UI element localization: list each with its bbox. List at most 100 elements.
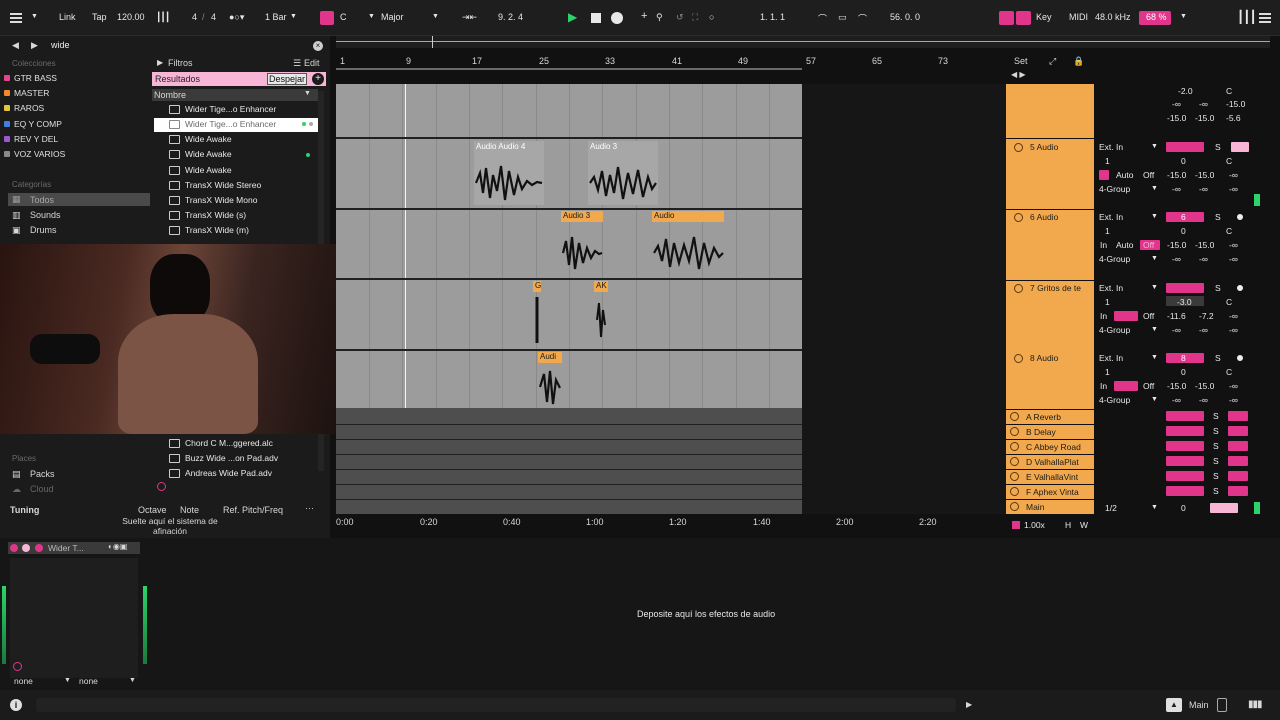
chevron-down-icon[interactable]: ▼ (290, 13, 297, 20)
dropdown-right[interactable]: none (79, 676, 98, 686)
arm-button[interactable] (1237, 355, 1243, 361)
fold-icon[interactable] (1010, 412, 1019, 421)
chevron-down-icon[interactable]: ▼ (368, 13, 375, 20)
loop-switch-icon[interactable]: ▭ (838, 12, 847, 23)
main-routing[interactable]: 1/2 (1105, 503, 1117, 513)
metronome-icon[interactable]: ┃┃┃ (156, 12, 170, 23)
device-options-icon[interactable]: ◐◉▣ (108, 542, 127, 551)
main-track[interactable]: Main (1006, 500, 1094, 514)
loop-record-icon[interactable]: ○ (709, 12, 714, 22)
forward-icon[interactable]: ▶ (31, 40, 38, 51)
return-track-e[interactable]: E ValhallaVint (1006, 470, 1094, 484)
edit-filters-button[interactable]: Edit (304, 58, 320, 68)
result-item[interactable]: Chord C M...ggered.alc (154, 437, 318, 451)
mixer-icon[interactable]: ▮▮▮ (1248, 699, 1262, 710)
clear-search-icon[interactable]: × (313, 41, 323, 51)
bar-ruler[interactable]: 1 9 17 25 33 41 49 57 65 73 (336, 52, 1280, 82)
preview-icon[interactable] (13, 662, 22, 671)
signature-denominator[interactable]: 4 (211, 12, 216, 22)
audio-clip[interactable]: Audio Audio 4 (474, 141, 544, 205)
filters-button[interactable]: Filtros (168, 58, 193, 68)
arm-button[interactable] (1237, 285, 1243, 291)
fold-icon[interactable] (1014, 284, 1023, 293)
sort-icon[interactable]: ▼ (304, 90, 311, 97)
audio-clip[interactable]: Audio 3 (588, 141, 658, 205)
result-item[interactable]: Wide Awake (154, 133, 318, 147)
solo-button[interactable]: S (1213, 486, 1219, 496)
overdub-icon[interactable]: + (641, 10, 647, 22)
link-button[interactable]: Link (59, 12, 76, 22)
return-track-d[interactable]: D ValhallaPlat (1006, 455, 1094, 469)
arm-button[interactable] (1231, 142, 1249, 152)
solo-button[interactable]: S (1215, 353, 1221, 363)
tuning-drop-area[interactable]: Suelte aquí el sistema de afinación (110, 516, 230, 536)
filters-caret-icon[interactable]: ▶ (157, 58, 163, 67)
collection-item[interactable]: REV Y DEL (4, 134, 58, 144)
punch-out-icon[interactable]: ⌒ (858, 12, 867, 25)
fold-icon[interactable] (1010, 442, 1019, 451)
solo-button[interactable]: S (1215, 212, 1221, 222)
audio-clip[interactable]: Audio (652, 211, 724, 275)
punch-in-icon[interactable]: ⌒ (818, 12, 827, 25)
return-track-f[interactable]: F Aphex Vinta (1006, 485, 1094, 499)
record-icon[interactable] (611, 12, 623, 24)
tempo-field[interactable]: 120.00 (117, 12, 145, 22)
audio-clip[interactable]: G (533, 281, 541, 347)
chevron-down-icon[interactable]: ▼ (64, 677, 71, 684)
track-name[interactable]: 8 Audio (1030, 353, 1058, 363)
input-select[interactable]: Ext. In (1099, 353, 1123, 363)
record-quantize-icon[interactable]: ●○▾ (229, 12, 244, 23)
result-item[interactable]: Wide Awake (154, 164, 318, 178)
input-select[interactable]: Ext. In (1099, 212, 1123, 222)
return-track-c[interactable]: C Abbey Road (1006, 440, 1094, 454)
track-activator[interactable] (1166, 142, 1204, 152)
solo-button[interactable]: S (1215, 142, 1221, 152)
effects-drop-area[interactable]: Deposite aquí los efectos de audio (637, 609, 775, 619)
chevron-down-icon[interactable]: ▼ (1151, 396, 1158, 403)
result-item[interactable]: TransX Wide Stereo (154, 179, 318, 193)
chevron-down-icon[interactable]: ▼ (1151, 213, 1158, 220)
chevron-down-icon[interactable]: ▼ (1151, 284, 1158, 291)
lock-icon[interactable]: 🔒 (1073, 56, 1084, 67)
search-input[interactable]: wide (51, 40, 70, 50)
nav-arrows-icon[interactable]: ◀ ▶ (1011, 70, 1026, 79)
collection-item[interactable]: MASTER (4, 88, 49, 98)
view-toggle-icon[interactable]: ┃┃┃ (1237, 10, 1257, 24)
add-filter-icon[interactable]: + (312, 73, 324, 85)
track-name[interactable]: 5 Audio (1030, 142, 1058, 152)
chevron-down-icon[interactable]: ▼ (129, 677, 136, 684)
quantize-select[interactable]: 1 Bar (265, 12, 287, 22)
audio-clip[interactable]: Audio 3 (561, 211, 603, 275)
device-power-icon[interactable] (10, 544, 18, 552)
result-item-selected[interactable]: Wider Tige...o Enhancer (154, 118, 318, 132)
midi-track-icon[interactable] (1217, 698, 1227, 712)
arrangement-overview[interactable] (336, 36, 1270, 48)
h-button[interactable]: H (1065, 520, 1071, 530)
result-item[interactable]: TransX Wide Mono (154, 194, 318, 208)
result-item[interactable]: TransX Wide (m) (154, 224, 318, 238)
solo-button[interactable]: S (1213, 441, 1219, 451)
chevron-down-icon[interactable]: ▼ (1180, 13, 1187, 20)
category-all[interactable]: ▦ Todos (8, 193, 150, 206)
scale-mode-icon[interactable] (320, 11, 334, 25)
chevron-down-icon[interactable]: ▼ (432, 13, 439, 20)
input-select[interactable]: Ext. In (1099, 142, 1123, 152)
track-activator[interactable] (1166, 283, 1204, 293)
result-item[interactable]: Wider Tige...o Enhancer (154, 103, 318, 117)
solo-button[interactable]: S (1213, 471, 1219, 481)
more-icon[interactable]: ··· (305, 503, 314, 513)
pan-value[interactable]: C (1226, 86, 1232, 96)
track-header-4[interactable] (1006, 84, 1094, 138)
time-ruler[interactable]: 0:00 0:20 0:40 1:00 1:20 1:40 2:00 2:20 (336, 514, 996, 530)
track-name[interactable]: 7 Gritos de te (1030, 283, 1081, 293)
edit-filters-icon[interactable]: ☰ (293, 58, 301, 69)
menu-icon[interactable] (10, 13, 22, 15)
loop-start-field[interactable]: 1. 1. 1 (760, 12, 785, 22)
empty-arrangement[interactable] (802, 84, 1006, 514)
automation-arm-icon[interactable]: ⚲ (656, 12, 663, 23)
play-icon[interactable]: ▶ (966, 700, 972, 709)
dropdown-left[interactable]: none (14, 676, 33, 686)
draw-mode-icon[interactable] (999, 11, 1014, 25)
chevron-down-icon[interactable]: ▼ (1151, 143, 1158, 150)
clear-button[interactable]: Despejar (267, 73, 307, 85)
